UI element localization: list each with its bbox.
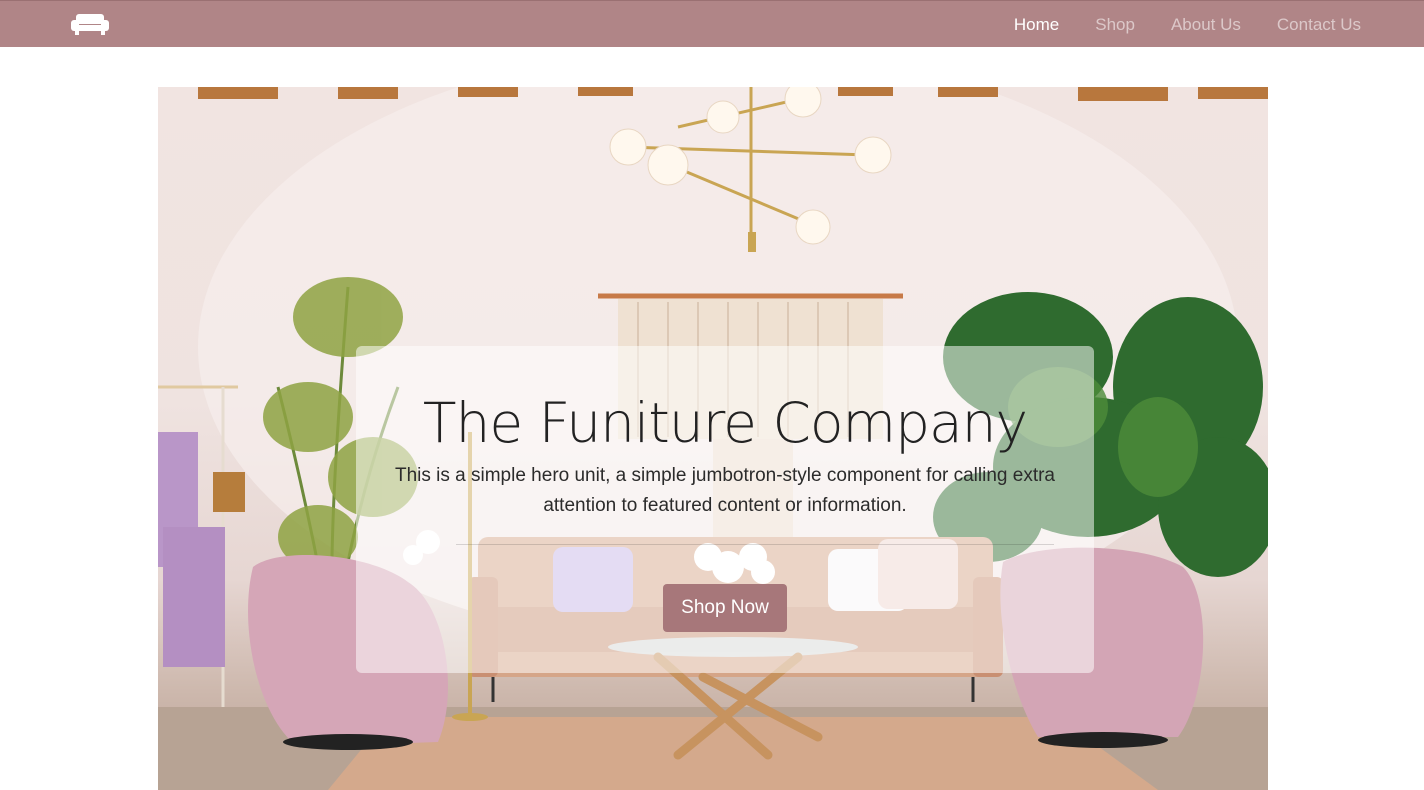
- hero-lead-text: This is a simple hero unit, a simple jum…: [394, 465, 1055, 516]
- nav-link-home[interactable]: Home: [1014, 15, 1059, 35]
- nav-link-about-us[interactable]: About Us: [1171, 15, 1241, 35]
- shop-now-button[interactable]: Shop Now: [663, 584, 787, 632]
- hero-section: The Funiture Company This is a simple he…: [158, 87, 1268, 790]
- top-navbar: Home Shop About Us Contact Us: [0, 0, 1424, 47]
- nav-link-shop[interactable]: Shop: [1095, 15, 1135, 35]
- main-nav: Home Shop About Us Contact Us: [1014, 1, 1361, 48]
- hero-divider: [456, 544, 1054, 545]
- sofa-icon[interactable]: [70, 11, 110, 37]
- hero-card: The Funiture Company This is a simple he…: [356, 346, 1094, 673]
- hero-title: The Funiture Company: [422, 391, 1028, 455]
- nav-link-contact-us[interactable]: Contact Us: [1277, 15, 1361, 35]
